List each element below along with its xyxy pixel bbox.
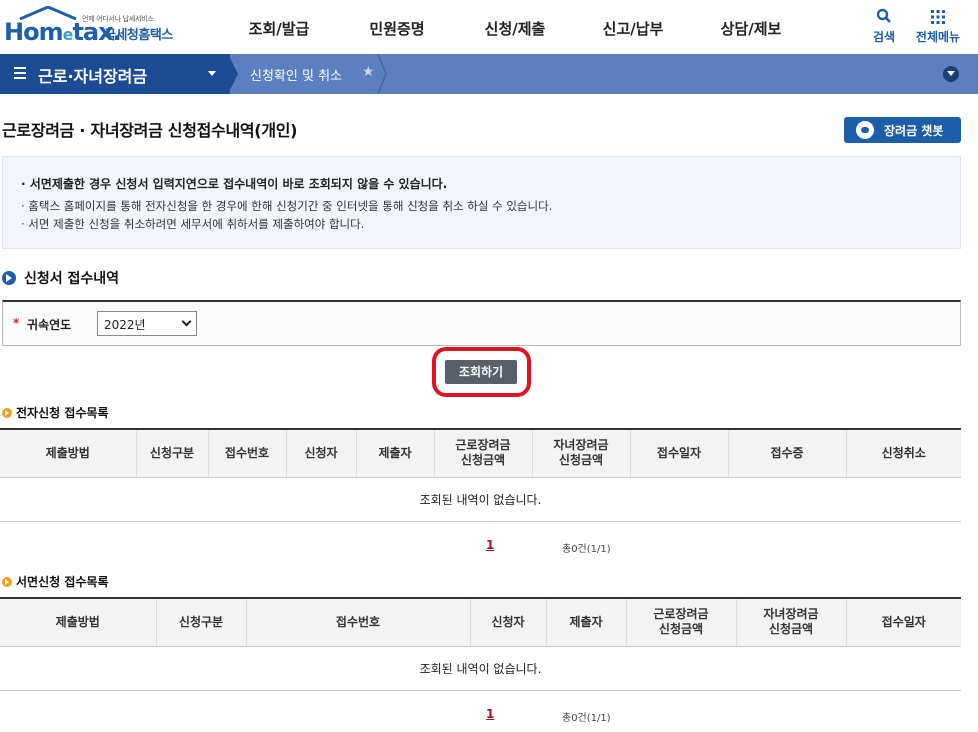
search-condition-box: * 귀속연도 2022년 — [2, 300, 961, 346]
col-header: 신청구분 — [156, 598, 247, 647]
col-header: 신청구분 — [136, 429, 209, 478]
gnb-item-application[interactable]: 신청/제출 — [456, 18, 574, 42]
table-header-row: 제출방법 신청구분 접수번호 신청자 제출자 근로장려금 신청금액 자녀장려금 … — [0, 429, 961, 478]
year-label: 귀속연도 — [27, 318, 72, 332]
top-header: 언제 어디서나 납세서비스 Hometax. 국세청홈택스 조회/발급 민원증명… — [0, 0, 978, 54]
col-header: 자녀장려금 신청금액 — [532, 429, 631, 478]
notice-line-1: · 서면제출한 경우 신청서 입력지연으로 접수내역이 바로 조회되지 않을 수… — [21, 177, 448, 191]
col-header: 근로장려금 신청금액 — [626, 598, 737, 647]
col-header: 접수번호 — [208, 429, 287, 478]
bullet-icon — [2, 408, 12, 418]
paper-list-table: 제출방법 신청구분 접수번호 신청자 제출자 근로장려금 신청금액 자녀장려금 … — [0, 597, 961, 691]
notice-line-2: · 홈택스 홈페이지를 통해 전자신청을 한 경우에 한해 신청기간 중 인터넷… — [21, 199, 553, 213]
electronic-list-table: 제출방법 신청구분 접수번호 신청자 제출자 근로장려금 신청금액 자녀장려금 … — [0, 428, 961, 522]
col-header: 신청취소 — [846, 429, 961, 478]
global-nav: 조회/발급 민원증명 신청/제출 신고/납부 상담/제보 — [220, 18, 810, 42]
col-header: 제출자 — [546, 598, 627, 647]
expand-chevron-icon[interactable] — [943, 66, 959, 82]
search-label: 검색 — [872, 30, 896, 44]
electronic-list-title: 전자신청 접수목록 — [2, 404, 109, 421]
empty-message: 조회된 내역이 없습니다. — [0, 477, 961, 522]
caret-down-icon — [208, 71, 216, 76]
menu-dropdown[interactable]: 근로·자녀장려금 — [0, 54, 230, 94]
col-header: 제출방법 — [0, 598, 157, 647]
all-menu-button[interactable]: 전체메뉴 — [912, 8, 964, 45]
col-header: 접수일자 — [630, 429, 729, 478]
year-select-value: 2022년 — [104, 318, 146, 332]
pagination-page-1[interactable]: 1 — [486, 707, 494, 721]
total-count: 총0건(1/1) — [562, 544, 611, 555]
chatbot-icon — [856, 121, 874, 139]
gnb-item-inquiry[interactable]: 조회/발급 — [220, 18, 338, 42]
col-header: 신청자 — [286, 429, 357, 478]
col-header: 접수증 — [728, 429, 847, 478]
table-header-row: 제출방법 신청구분 접수번호 신청자 제출자 근로장려금 신청금액 자녀장려금 … — [0, 598, 961, 647]
col-header: 제출자 — [356, 429, 435, 478]
col-header: 근로장려금 신청금액 — [434, 429, 533, 478]
page-title: 근로장려금 · 자녀장려금 신청접수내역(개인) — [2, 121, 298, 140]
paper-list-title: 서면신청 접수목록 — [2, 573, 109, 590]
gnb-item-report-payment[interactable]: 신고/납부 — [574, 18, 692, 42]
gnb-item-consult[interactable]: 상담/제보 — [692, 18, 810, 42]
col-header: 자녀장려금 신청금액 — [736, 598, 847, 647]
chatbot-button[interactable]: 장려금 챗봇 — [844, 117, 961, 143]
location-bar: 근로·자녀장려금 신청확인 및 취소 ★ — [0, 54, 978, 94]
logo-korean-name: 국세청홈택스 — [104, 28, 173, 43]
hamburger-icon — [14, 67, 26, 79]
grid-menu-icon — [931, 10, 945, 24]
section-title: 신청서 접수내역 — [2, 268, 119, 288]
notice-line-3: · 서면 제출한 신청을 취소하려면 세무서에 취하서를 제출하여야 합니다. — [21, 217, 365, 231]
hometax-logo[interactable]: 언제 어디서나 납세서비스 Hometax. 국세청홈택스 — [4, 6, 186, 50]
pagination-page-1[interactable]: 1 — [486, 538, 494, 552]
required-mark: * — [13, 316, 20, 330]
favorite-star-icon[interactable]: ★ — [362, 64, 375, 80]
search-icon — [876, 8, 891, 23]
gnb-item-certificate[interactable]: 민원증명 — [338, 18, 456, 42]
chatbot-label: 장려금 챗봇 — [884, 124, 944, 138]
breadcrumb-chevron-icon — [377, 54, 387, 94]
breadcrumb-arrow — [228, 54, 238, 94]
search-button[interactable]: 검색 — [870, 8, 898, 45]
all-menu-label: 전체메뉴 — [915, 30, 961, 44]
col-header: 신청자 — [470, 598, 547, 647]
year-select[interactable]: 2022년 — [97, 311, 197, 336]
col-header: 제출방법 — [0, 429, 137, 478]
table-row: 조회된 내역이 없습니다. — [0, 477, 961, 522]
chevron-down-icon — [181, 316, 192, 327]
col-header: 접수번호 — [246, 598, 471, 647]
empty-message: 조회된 내역이 없습니다. — [0, 646, 961, 691]
total-count: 총0건(1/1) — [562, 713, 611, 724]
breadcrumb-current[interactable]: 신청확인 및 취소 — [250, 65, 342, 84]
menu-dropdown-label: 근로·자녀장려금 — [38, 67, 148, 86]
highlight-annotation — [432, 347, 531, 397]
notice-box: · 서면제출한 경우 신청서 입력지연으로 접수내역이 바로 조회되지 않을 수… — [2, 156, 961, 249]
arrow-circle-icon — [2, 271, 16, 285]
table-row: 조회된 내역이 없습니다. — [0, 646, 961, 691]
bullet-icon — [2, 577, 12, 587]
col-header: 접수일자 — [846, 598, 961, 647]
